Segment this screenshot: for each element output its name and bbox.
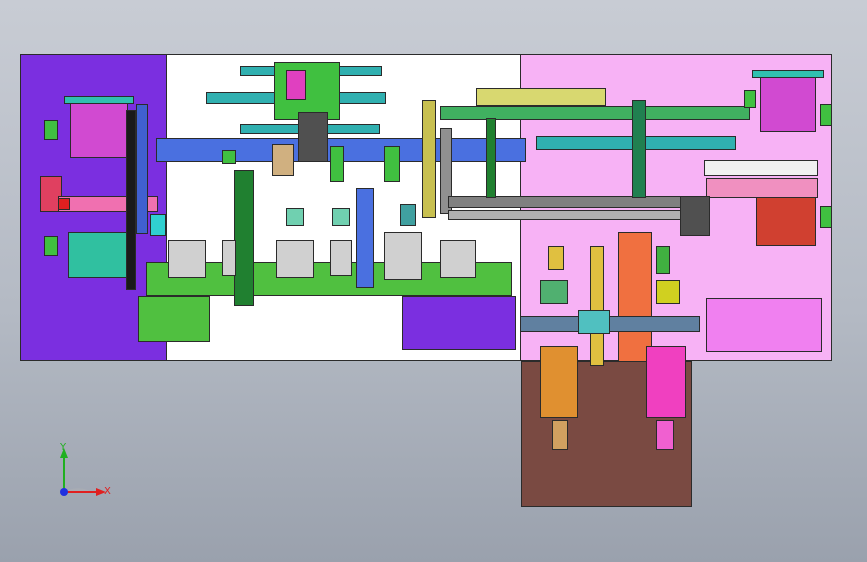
right-tray-upper-frame <box>752 70 824 78</box>
right-pink-carrier <box>706 178 818 198</box>
right-green-valve-2 <box>820 104 832 126</box>
lower-blue-shaft <box>520 316 700 332</box>
left-tray-lower <box>68 232 128 278</box>
center-station-5 <box>222 240 236 276</box>
right-vertical-green-2 <box>632 100 646 198</box>
right-tray-upper <box>760 74 816 132</box>
center-station-4 <box>440 240 476 278</box>
center-station-1 <box>168 240 206 278</box>
right-green-motor <box>656 246 670 274</box>
axis-x-label: X <box>104 486 111 497</box>
center-tan-block <box>272 144 294 176</box>
left-tray-upper-frame <box>64 96 134 104</box>
lower-cyan-box <box>578 310 610 334</box>
lower-right-spindle <box>656 420 674 450</box>
center-motor-1 <box>286 208 304 226</box>
center-yellow-stack <box>422 100 436 218</box>
lower-orange-column <box>618 232 652 362</box>
center-purple-box <box>402 296 516 350</box>
center-motor-2 <box>332 208 350 226</box>
left-tray-upper <box>70 100 128 158</box>
center-motor-3 <box>400 204 416 226</box>
center-vertical-rail-blue <box>356 188 374 288</box>
right-dark-motor <box>680 196 710 236</box>
center-vertical-chain <box>234 170 254 306</box>
right-top-yellow-rail <box>476 88 606 106</box>
cad-viewport[interactable]: Y X <box>0 0 867 562</box>
center-station-3 <box>384 232 422 280</box>
center-green-block-1 <box>222 150 236 164</box>
center-station-2 <box>276 240 314 278</box>
center-green-block-3 <box>384 146 400 182</box>
center-head-dark <box>298 112 328 162</box>
lower-left-spindle <box>552 420 568 450</box>
center-bottom-green-base <box>138 296 210 342</box>
right-vertical-green <box>486 118 496 198</box>
right-yellow-motor <box>656 280 680 304</box>
center-green-block-2 <box>330 146 344 182</box>
lower-magenta-unit <box>646 346 686 418</box>
left-green-clamp-2 <box>44 236 58 256</box>
left-rail-red <box>58 198 70 210</box>
right-green-valve-3 <box>820 206 832 228</box>
lower-small-yellow <box>548 246 564 270</box>
left-slide-black <box>126 110 136 290</box>
center-station-6 <box>330 240 352 276</box>
axis-y-label: Y <box>60 442 67 453</box>
right-white-carrier <box>704 160 818 176</box>
left-green-clamp-1 <box>44 120 58 140</box>
left-cyan-block <box>150 214 166 236</box>
right-long-gray-rail-2 <box>448 210 698 220</box>
right-tray-lower <box>756 196 816 246</box>
lower-green-block <box>540 280 568 304</box>
left-slide-blue <box>136 104 148 234</box>
lower-yellow-column <box>590 246 604 366</box>
right-magenta-box <box>706 298 822 352</box>
lower-orange-unit <box>540 346 578 418</box>
right-green-valve-1 <box>744 90 756 108</box>
center-top-magenta-block <box>286 70 306 100</box>
